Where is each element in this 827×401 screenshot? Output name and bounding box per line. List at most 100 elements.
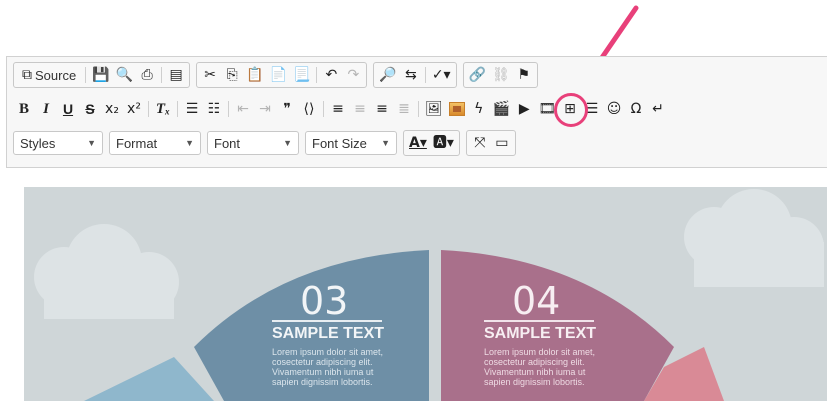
templates-button[interactable]: ▤: [165, 64, 187, 86]
anchor-icon: ⚑: [517, 67, 531, 83]
link-group: 🔗 ⛓ ⚑: [462, 62, 538, 88]
outdent-button[interactable]: ⇤: [232, 98, 254, 120]
italic-button[interactable]: I: [35, 98, 57, 120]
format-dropdown[interactable]: Format ▼: [109, 131, 201, 155]
blockquote-icon: ❞: [283, 101, 291, 117]
show-blocks-button[interactable]: ▭: [491, 132, 513, 154]
subscript-button[interactable]: x₂: [101, 98, 123, 120]
cut-icon: ✂: [204, 67, 216, 83]
link-button[interactable]: 🔗: [466, 64, 489, 86]
flash-button[interactable]: ϟ: [468, 98, 490, 120]
segment-03-title: SAMPLE TEXT: [272, 325, 385, 342]
text-color-icon: A▾: [409, 135, 427, 151]
remove-format-button[interactable]: Tₓ: [152, 98, 174, 120]
styles-label: Styles: [20, 135, 56, 151]
div-button[interactable]: ⟨⟩: [298, 98, 320, 120]
copy-button[interactable]: ⎘: [221, 64, 243, 86]
paste-text-button[interactable]: 📄: [267, 64, 290, 86]
justify-button[interactable]: ≣: [393, 98, 415, 120]
tools-group: ⤧ ▭: [465, 130, 516, 156]
font-size-dropdown[interactable]: Font Size ▼: [305, 131, 397, 155]
superscript-icon: x²: [127, 101, 141, 117]
infographic-graphic: [34, 189, 824, 401]
separator: [161, 67, 163, 83]
find-button[interactable]: 🔎: [376, 64, 399, 86]
redo-icon: ↷: [347, 67, 360, 83]
align-left-icon: ≡: [332, 101, 344, 117]
align-right-icon: ≡: [376, 101, 388, 117]
blockquote-button[interactable]: ❞: [276, 98, 298, 120]
youtube-button[interactable]: ▶: [513, 98, 535, 120]
segment-03-line: cosectetur adipiscing elit.: [272, 357, 373, 367]
omega-icon: Ω: [630, 101, 642, 117]
spellcheck-button[interactable]: ✓▾: [429, 64, 454, 86]
replace-button[interactable]: ⇆: [400, 64, 422, 86]
unlink-button[interactable]: ⛓: [489, 64, 513, 86]
background-color-icon: 🅰▾: [432, 135, 454, 151]
cut-button[interactable]: ✂: [199, 64, 221, 86]
editing-group: 🔎 ⇆ ✓▾: [373, 62, 457, 88]
undo-icon: ↶: [325, 67, 338, 83]
align-center-icon: ≡: [354, 101, 366, 117]
numbered-list-icon: ☰: [185, 101, 199, 117]
anchor-button[interactable]: ⚑: [513, 64, 535, 86]
image-plugin-button[interactable]: [446, 98, 468, 120]
bold-icon: B: [18, 100, 29, 117]
save-button[interactable]: 💾: [89, 64, 112, 86]
subscript-icon: x₂: [105, 101, 119, 117]
paste-button[interactable]: 📋: [243, 64, 266, 86]
align-left-button[interactable]: ≡: [327, 98, 349, 120]
strikethrough-icon: S: [85, 101, 95, 117]
print-button[interactable]: ⎙: [136, 64, 158, 86]
numbered-list-button[interactable]: ☰: [181, 98, 203, 120]
underline-button[interactable]: U: [57, 98, 79, 120]
show-blocks-icon: ▭: [495, 135, 509, 151]
superscript-button[interactable]: x²: [123, 98, 145, 120]
separator: [177, 101, 178, 117]
indent-button[interactable]: ⇥: [254, 98, 276, 120]
redo-button[interactable]: ↷: [342, 64, 364, 86]
image-icon: 🖼: [425, 101, 443, 117]
video-button[interactable]: 🎬: [490, 98, 513, 120]
special-char-button[interactable]: Ω: [625, 98, 647, 120]
paste-word-icon: 📃: [292, 67, 311, 83]
outdent-icon: ⇤: [237, 101, 249, 117]
separator: [418, 101, 419, 117]
text-color-button[interactable]: A▾: [406, 132, 430, 154]
paste-word-button[interactable]: 📃: [290, 64, 313, 86]
source-button[interactable]: ⧉ Source: [16, 64, 82, 86]
clapperboard-icon: 🎬: [492, 101, 511, 117]
maximize-button[interactable]: ⤧: [469, 132, 491, 154]
unlink-icon: ⛓: [492, 67, 510, 83]
segment-03-number: 03: [300, 279, 349, 323]
smiley-icon: ☺: [606, 101, 622, 117]
strike-button[interactable]: S: [79, 98, 101, 120]
segment-04-line: Lorem ipsum dolor sit amet,: [484, 347, 596, 357]
chevron-down-icon: ▼: [185, 138, 194, 148]
separator: [316, 67, 318, 83]
source-label: Source: [35, 67, 77, 83]
document-group: ⧉ Source 💾 🔍 ⎙ ▤: [13, 62, 191, 88]
paste-text-icon: 📄: [269, 67, 287, 83]
bold-button[interactable]: B: [13, 98, 35, 120]
underline-icon: U: [62, 101, 74, 117]
italic-icon: I: [43, 100, 49, 117]
page-break-icon: ↵: [652, 101, 664, 117]
bulleted-list-button[interactable]: ☷: [203, 98, 225, 120]
smiley-button[interactable]: ☺: [603, 98, 625, 120]
font-size-label: Font Size: [312, 135, 367, 151]
segment-03-line: Lorem ipsum dolor sit amet,: [272, 347, 384, 357]
background-color-button[interactable]: 🅰▾: [430, 132, 457, 154]
page-break-button[interactable]: ↵: [647, 98, 669, 120]
image-button[interactable]: 🖼: [422, 98, 446, 120]
font-dropdown[interactable]: Font ▼: [207, 131, 299, 155]
toolbar-row-1: ⧉ Source 💾 🔍 ⎙ ▤ ✂ ⎘ 📋 📄 📃 ↶ ↷ 🔎 ⇆ ✓▾ 🔗 …: [13, 62, 544, 88]
align-right-button[interactable]: ≡: [371, 98, 393, 120]
segment-03-line: sapien dignissim lobortis.: [272, 377, 373, 387]
styles-dropdown[interactable]: Styles ▼: [13, 131, 103, 155]
preview-button[interactable]: 🔍: [113, 64, 136, 86]
separator: [228, 101, 229, 117]
justify-icon: ≣: [398, 101, 410, 117]
undo-button[interactable]: ↶: [320, 64, 342, 86]
align-center-button[interactable]: ≡: [349, 98, 371, 120]
